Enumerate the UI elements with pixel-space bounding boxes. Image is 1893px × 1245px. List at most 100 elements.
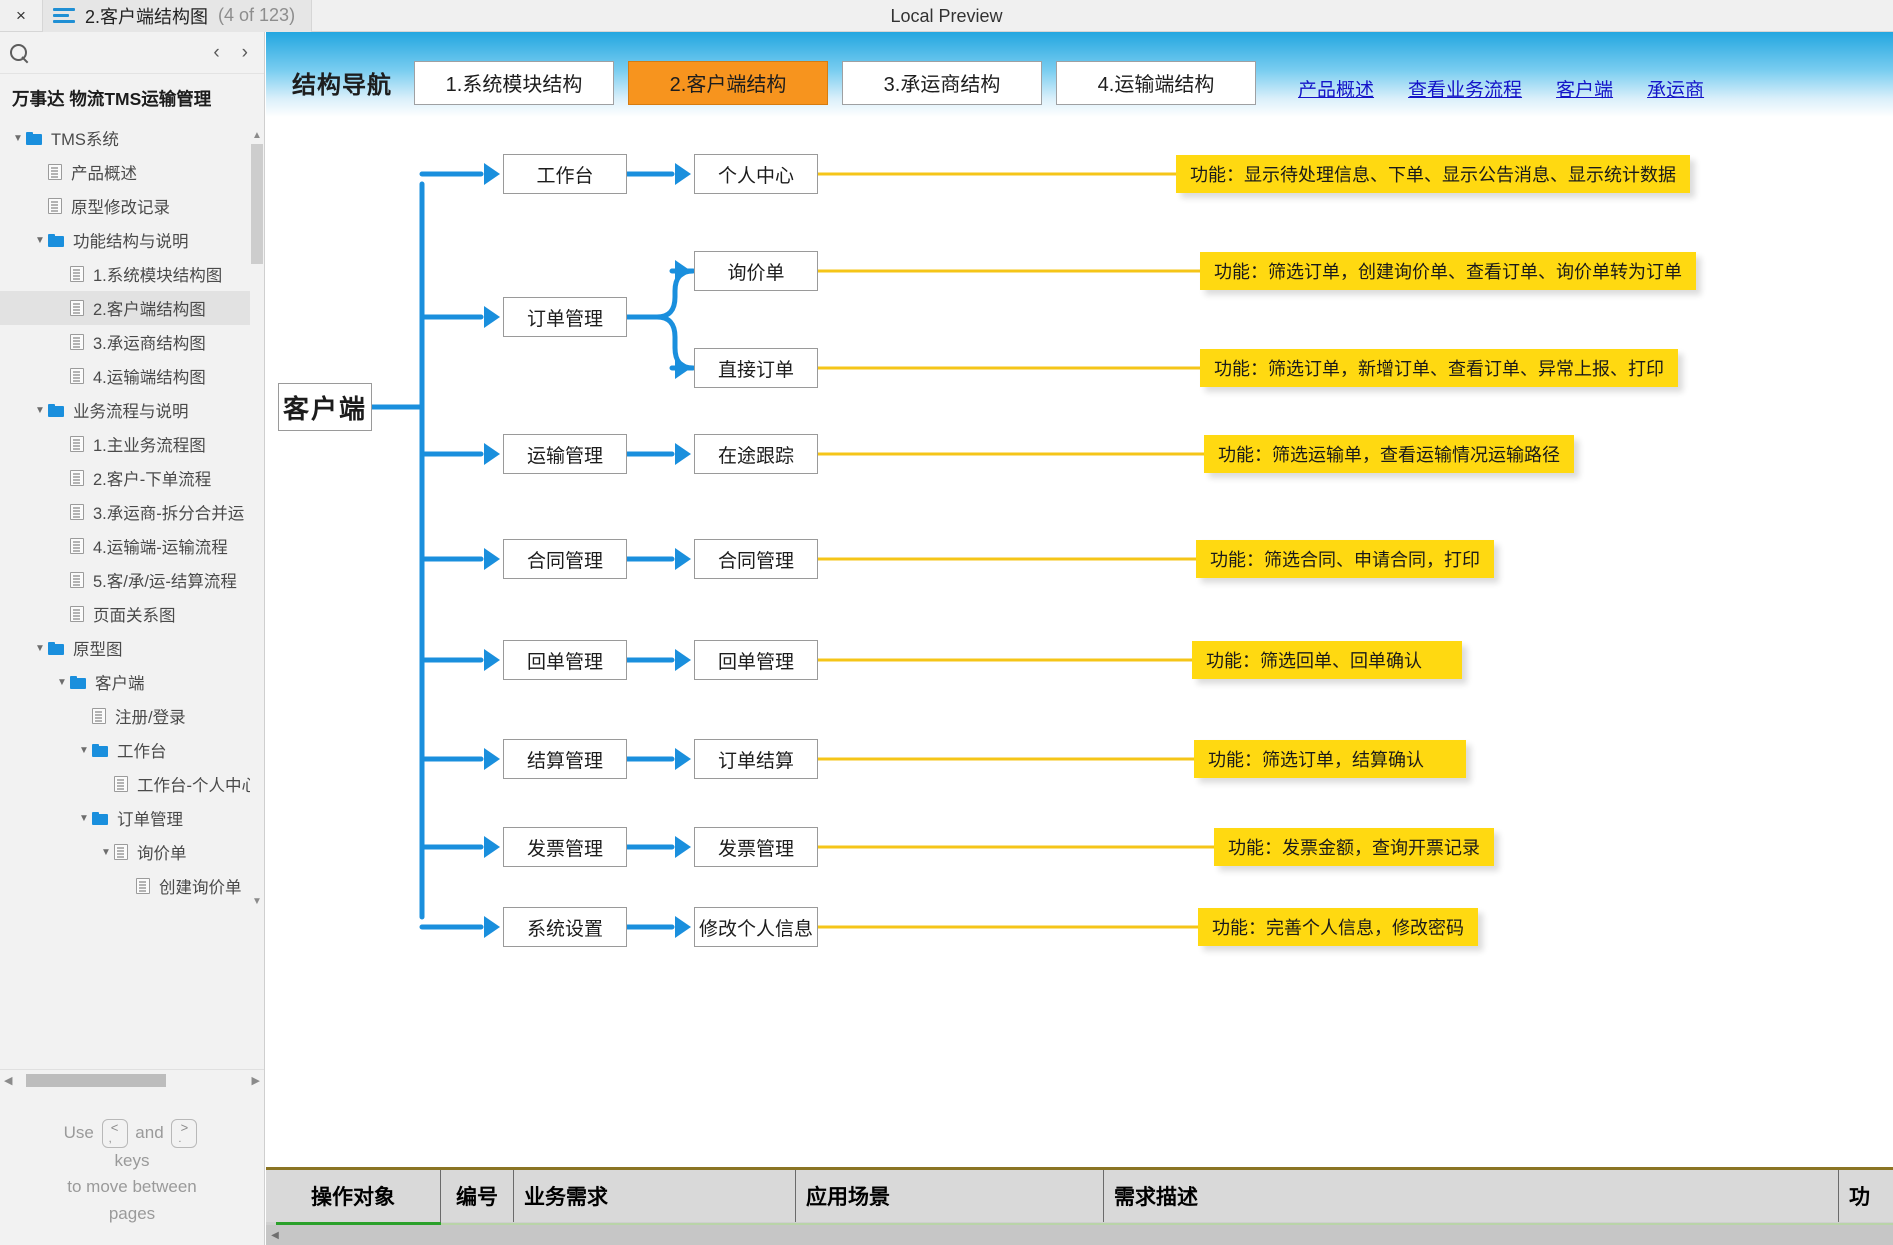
diagram-page-node[interactable]: 订单结算 <box>694 739 818 779</box>
diagram-module-node[interactable]: 回单管理 <box>503 640 627 680</box>
preview-tab[interactable]: 2.客户端结构图 (4 of 123) <box>42 0 313 32</box>
diagram-module-node[interactable]: 发票管理 <box>503 827 627 867</box>
table-scroll-left-icon[interactable]: ◀ <box>266 1230 284 1241</box>
nav-tab-1[interactable]: 1.系统模块结构 <box>414 60 614 105</box>
arrow-head-icon <box>675 163 691 185</box>
chevron-down-icon[interactable]: ▼ <box>98 847 114 858</box>
scroll-left-icon[interactable]: ◀ <box>4 1074 12 1087</box>
diagram-module-node[interactable]: 运输管理 <box>503 434 627 474</box>
prev-page-icon[interactable]: ‹ <box>213 43 219 62</box>
tree-item[interactable]: ▼4.运输端-运输流程 <box>0 529 254 563</box>
nav-link-2[interactable]: 查看业务流程 <box>1408 75 1522 102</box>
vscroll-thumb[interactable] <box>251 144 263 264</box>
structure-diagram: 客户端 工作台 个人中心 功能：显示待处理信息、下单、显示公告消息、显示统计数据 订单管… <box>266 117 1893 1117</box>
tree-item[interactable]: ▼2.客户-下单流程 <box>0 461 254 495</box>
diagram-page-node[interactable]: 个人中心 <box>694 154 818 194</box>
tree-horizontal-scrollbar[interactable]: ◀ ▶ <box>0 1068 264 1091</box>
folder-icon <box>70 675 86 689</box>
search-icon[interactable] <box>8 42 30 64</box>
tree-item[interactable]: ▼1.系统模块结构图 <box>0 257 254 291</box>
page-icon <box>136 878 150 894</box>
key-next-top: > <box>180 1119 189 1135</box>
diagram-module-node[interactable]: 合同管理 <box>503 539 627 579</box>
close-icon[interactable]: × <box>0 0 42 32</box>
hscroll-track[interactable] <box>16 1073 248 1087</box>
chevron-down-icon[interactable]: ▼ <box>10 133 26 144</box>
page-icon <box>70 538 84 554</box>
sidebar-toolbar: ‹ › <box>0 32 264 74</box>
diagram-page-node[interactable]: 直接订单 <box>694 348 818 388</box>
tree-item-label: 业务流程与说明 <box>73 403 189 421</box>
diagram-page-node[interactable]: 询价单 <box>694 251 818 291</box>
nav-link-4[interactable]: 承运商 <box>1647 75 1704 102</box>
tree-item[interactable]: ▼3.承运商-拆分合并运 <box>0 495 254 529</box>
nav-title: 结构导航 <box>292 72 392 99</box>
diagram-module-node[interactable]: 结算管理 <box>503 739 627 779</box>
table-column-header[interactable]: 编号 <box>441 1170 514 1222</box>
key-next-bottom: . <box>178 1133 182 1146</box>
diagram-root-node[interactable]: 客户端 <box>278 383 372 431</box>
next-page-icon[interactable]: › <box>242 43 248 62</box>
hscroll-thumb[interactable] <box>26 1073 167 1087</box>
diagram-module-node[interactable]: 订单管理 <box>503 297 627 337</box>
diagram-module-node[interactable]: 系统设置 <box>503 907 627 947</box>
tree-item[interactable]: ▼ 订单管理 <box>0 801 254 835</box>
chevron-down-icon[interactable]: ▼ <box>32 405 48 416</box>
tree-item[interactable]: ▼ TMS系统 <box>0 121 254 155</box>
diagram-page-node[interactable]: 回单管理 <box>694 640 818 680</box>
table-column-header[interactable]: 功 <box>1839 1170 1893 1222</box>
arrow-head-icon <box>675 548 691 570</box>
table-hscroll-track[interactable] <box>284 1225 1893 1245</box>
diagram-page-node[interactable]: 在途跟踪 <box>694 434 818 474</box>
diagram-page-node[interactable]: 合同管理 <box>694 539 818 579</box>
tree-item[interactable]: ▼2.客户端结构图 <box>0 291 254 325</box>
tree-item[interactable]: ▼4.运输端结构图 <box>0 359 254 393</box>
tree-item[interactable]: ▼页面关系图 <box>0 597 254 631</box>
nav-link-3[interactable]: 客户端 <box>1556 75 1613 102</box>
page-tree[interactable]: ▼TMS系统▼产品概述▼原型修改记录▼功能结构与说明▼1.系统模块结构图▼2.客… <box>0 121 264 1069</box>
tree-item[interactable]: ▼ 工作台 <box>0 733 254 767</box>
chevron-down-icon[interactable]: ▼ <box>76 745 92 756</box>
nav-links[interactable]: 产品概述 查看业务流程 客户端 承运商 <box>1298 75 1704 102</box>
tree-item[interactable]: ▼ 询价单 <box>0 835 254 869</box>
hamburger-icon[interactable] <box>53 8 75 23</box>
arrow-head-icon <box>484 916 500 938</box>
table-column-header[interactable]: 应用场景 <box>796 1170 1104 1222</box>
diagram-page-node[interactable]: 发票管理 <box>694 827 818 867</box>
nav-link-1[interactable]: 产品概述 <box>1298 75 1374 102</box>
folder-icon <box>92 743 108 757</box>
chevron-down-icon[interactable]: ▼ <box>32 235 48 246</box>
table-horizontal-scrollbar[interactable]: ◀ <box>266 1225 1893 1245</box>
tree-item[interactable]: ▼ 功能结构与说明 <box>0 223 254 257</box>
tree-item[interactable]: ▼1.主业务流程图 <box>0 427 254 461</box>
nav-tab-4[interactable]: 4.运输端结构 <box>1056 60 1256 105</box>
nav-tabs[interactable]: 1.系统模块结构 2.客户端结构 3.承运商结构 4.运输端结构 <box>414 60 1256 105</box>
chevron-down-icon[interactable]: ▼ <box>32 643 48 654</box>
diagram-module-node[interactable]: 工作台 <box>503 154 627 194</box>
hint-line4: pages <box>108 1203 156 1223</box>
scroll-down-icon[interactable]: ▼ <box>250 894 264 908</box>
tree-item[interactable]: ▼ 客户端 <box>0 665 254 699</box>
tree-item[interactable]: ▼创建询价单 <box>0 869 254 903</box>
tree-item[interactable]: ▼原型修改记录 <box>0 189 254 223</box>
tree-item[interactable]: ▼工作台-个人中心 <box>0 767 254 801</box>
tree-item[interactable]: ▼ 业务流程与说明 <box>0 393 254 427</box>
nav-tab-2[interactable]: 2.客户端结构 <box>628 60 828 105</box>
tree-item[interactable]: ▼5.客/承/运-结算流程 <box>0 563 254 597</box>
tree-item[interactable]: ▼3.承运商结构图 <box>0 325 254 359</box>
scroll-up-icon[interactable]: ▲ <box>250 128 264 142</box>
arrow-head-icon <box>675 357 691 379</box>
tree-item[interactable]: ▼ 原型图 <box>0 631 254 665</box>
tree-item[interactable]: ▼注册/登录 <box>0 699 254 733</box>
chevron-down-icon[interactable]: ▼ <box>76 813 92 824</box>
scroll-right-icon[interactable]: ▶ <box>252 1074 260 1087</box>
table-column-header[interactable]: 操作对象 <box>266 1170 441 1222</box>
tree-item[interactable]: ▼产品概述 <box>0 155 254 189</box>
table-column-header[interactable]: 业务需求 <box>514 1170 796 1222</box>
nav-tab-3[interactable]: 3.承运商结构 <box>842 60 1042 105</box>
page-icon <box>70 572 84 588</box>
diagram-page-node[interactable]: 修改个人信息 <box>694 907 818 947</box>
tree-vertical-scrollbar[interactable]: ▲ ▼ <box>250 128 264 908</box>
chevron-down-icon[interactable]: ▼ <box>54 677 70 688</box>
table-column-header[interactable]: 需求描述 <box>1104 1170 1839 1222</box>
